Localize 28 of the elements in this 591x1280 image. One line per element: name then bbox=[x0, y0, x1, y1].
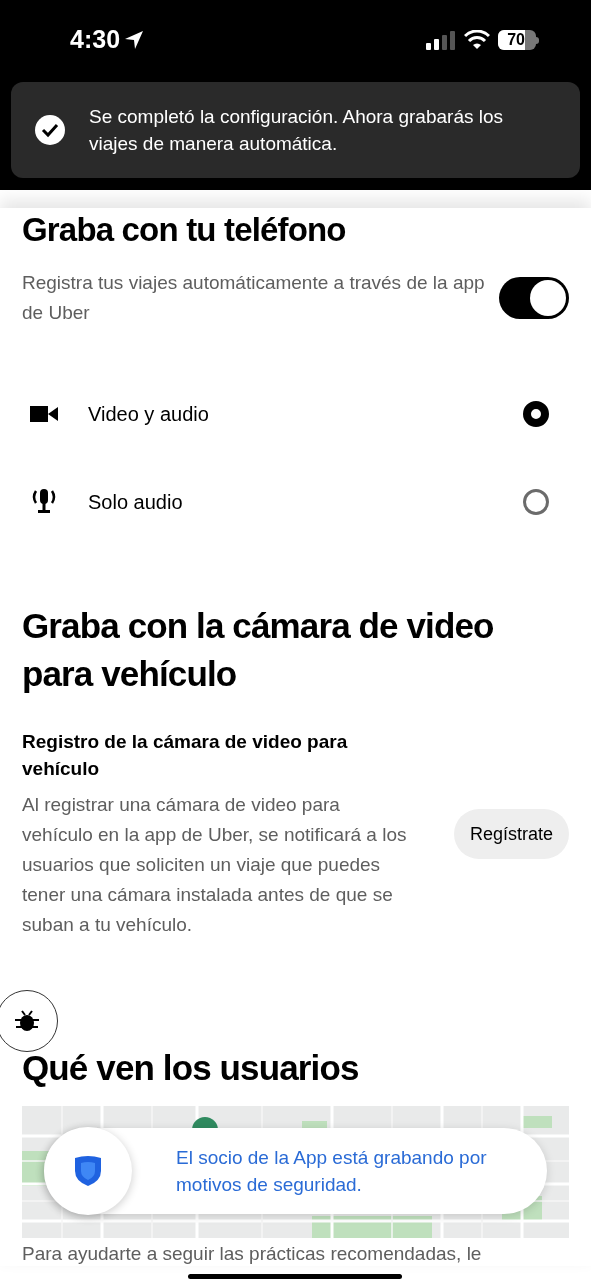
signal-icon bbox=[426, 30, 456, 50]
clock-time: 4:30 bbox=[70, 24, 121, 56]
shield-icon bbox=[73, 1155, 103, 1187]
description: Registra tus viajes automáticamente a través de la app de Uber bbox=[22, 271, 486, 325]
toast-message: Se completó la configuración. Ahora grabarás los viajes de manera automática. bbox=[89, 105, 505, 156]
register-button[interactable]: Regístrate bbox=[453, 809, 569, 859]
option-label: Solo audio bbox=[88, 490, 184, 515]
subtitle: Registro de la cámara de video para vehículo bbox=[22, 730, 349, 781]
radio-button[interactable] bbox=[523, 401, 549, 427]
bug-report-button[interactable] bbox=[0, 990, 58, 1052]
bug-icon bbox=[15, 1010, 39, 1032]
location-arrow-icon bbox=[124, 30, 145, 50]
toggle-switch[interactable] bbox=[499, 277, 569, 319]
wifi-icon bbox=[464, 30, 490, 50]
radio-button[interactable] bbox=[523, 489, 549, 515]
radio-option[interactable]: Solo audio bbox=[22, 458, 569, 546]
section-title: Graba con la cámara de video para vehículo bbox=[22, 605, 495, 695]
radio-option[interactable]: Video y audio bbox=[22, 370, 569, 458]
banner-text: El socio de la App está grabando por motivos de seguridad. bbox=[176, 1146, 488, 1197]
battery-level: 70 bbox=[507, 32, 525, 48]
video-camera-icon bbox=[30, 405, 58, 423]
option-label: Video y audio bbox=[88, 402, 210, 427]
footer-text: Para ayudarte a seguir las prácticas recomendadas, le bbox=[22, 1242, 483, 1266]
section-title: Graba con tu teléfono bbox=[22, 210, 347, 250]
microphone-icon bbox=[30, 489, 58, 515]
description: Al registrar una cámara de video para vehículo en la app de Uber, se notificará a los usuarios que soliciten un viaje que puedes tener una cámara instalada antes de que se suban a tu vehículo. bbox=[22, 793, 407, 937]
check-circle-icon bbox=[35, 115, 65, 145]
section-title: Qué ven los usuarios bbox=[22, 1048, 360, 1088]
